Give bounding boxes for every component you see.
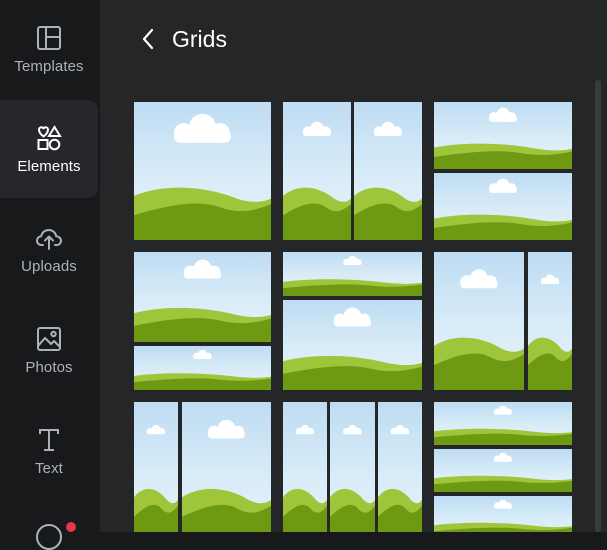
landscape-placeholder	[528, 274, 572, 390]
nav-elements[interactable]: Elements	[0, 100, 98, 198]
grid-small-top-large-bottom[interactable]	[283, 252, 422, 390]
grid-narrow-left-wide-right[interactable]	[134, 402, 271, 532]
shapes-icon	[35, 124, 63, 152]
nav-label: Photos	[25, 358, 73, 376]
landscape-placeholder	[434, 107, 572, 169]
cloud-shape	[174, 113, 231, 143]
grid-cell	[330, 402, 375, 532]
grid-cell	[134, 102, 271, 240]
grid-two-columns[interactable]	[283, 102, 422, 240]
grid-two-rows[interactable]	[434, 102, 572, 240]
grid-large-top-small-bottom[interactable]	[134, 252, 271, 390]
landscape-placeholder	[330, 424, 375, 532]
notification-dot	[66, 522, 76, 532]
grid-cell	[434, 173, 572, 240]
nav-label: Elements	[17, 157, 81, 175]
cloud-shape	[183, 259, 222, 279]
grid-cell	[134, 252, 271, 342]
cloud-shape	[343, 255, 362, 266]
image-icon	[35, 325, 63, 353]
grid-large-left-small-right[interactable]	[434, 252, 572, 390]
grid-cell	[378, 402, 422, 532]
grid-cell	[182, 402, 271, 532]
cloud-shape	[460, 269, 498, 289]
landscape-placeholder	[283, 307, 422, 390]
cloud-shape	[494, 452, 512, 462]
grid-cell	[134, 402, 178, 532]
grid-cell	[283, 102, 351, 240]
nav-label: Text	[35, 459, 63, 477]
cloud-shape	[390, 424, 410, 435]
nav-label: Templates	[14, 57, 84, 75]
landscape-placeholder	[283, 255, 422, 296]
cloud-shape	[302, 121, 332, 137]
grid-cell	[434, 252, 524, 390]
landscape-placeholder	[434, 269, 524, 390]
cloud-shape	[494, 405, 512, 415]
grid-three-rows[interactable]	[434, 402, 572, 532]
scrollbar[interactable]	[595, 80, 601, 532]
cloud-shape	[489, 178, 517, 193]
elements-panel: Grids	[100, 0, 607, 532]
landscape-placeholder	[434, 499, 572, 532]
grid-cell	[283, 402, 327, 532]
layout-icon	[35, 24, 63, 52]
grid-cell	[528, 252, 572, 390]
nav-text[interactable]: Text	[0, 402, 98, 500]
cloud-shape	[146, 424, 166, 435]
grid-single[interactable]	[134, 102, 271, 240]
landscape-placeholder	[134, 424, 178, 532]
grids-list	[100, 0, 607, 532]
nav-templates[interactable]: Templates	[0, 0, 98, 98]
cloud-shape	[295, 424, 315, 435]
cloud-shape	[207, 419, 246, 439]
landscape-placeholder	[354, 121, 422, 240]
cloud-shape	[193, 349, 212, 360]
landscape-placeholder	[434, 452, 572, 492]
cloud-shape	[540, 274, 560, 284]
grid-cell	[434, 496, 572, 532]
landscape-placeholder	[134, 259, 271, 342]
landscape-placeholder	[434, 178, 572, 240]
nav-label: Uploads	[21, 257, 77, 275]
grid-cell	[434, 449, 572, 492]
cloud-upload-icon	[35, 224, 63, 252]
landscape-placeholder	[378, 424, 422, 532]
grid-cell	[134, 346, 271, 390]
nav-photos[interactable]: Photos	[0, 301, 98, 399]
cloud-shape	[489, 107, 517, 122]
landscape-placeholder	[134, 349, 271, 390]
grid-cell	[434, 402, 572, 445]
grid-cell	[354, 102, 422, 240]
nav-uploads[interactable]: Uploads	[0, 200, 98, 298]
cloud-shape	[494, 499, 512, 509]
landscape-placeholder	[283, 121, 351, 240]
landscape-placeholder	[283, 424, 327, 532]
grid-cell	[283, 252, 422, 296]
grid-cell	[283, 300, 422, 390]
left-nav-rail: Templates Elements Uploads Photos Text	[0, 0, 100, 550]
grid-three-columns[interactable]	[283, 402, 422, 532]
landscape-placeholder	[182, 419, 271, 532]
apps-icon[interactable]	[36, 524, 62, 550]
cloud-shape	[343, 424, 362, 435]
cloud-shape	[373, 121, 403, 137]
landscape-placeholder	[134, 113, 271, 240]
cloud-shape	[333, 307, 372, 327]
text-t-icon	[35, 426, 63, 454]
landscape-placeholder	[434, 405, 572, 445]
grid-cell	[434, 102, 572, 169]
